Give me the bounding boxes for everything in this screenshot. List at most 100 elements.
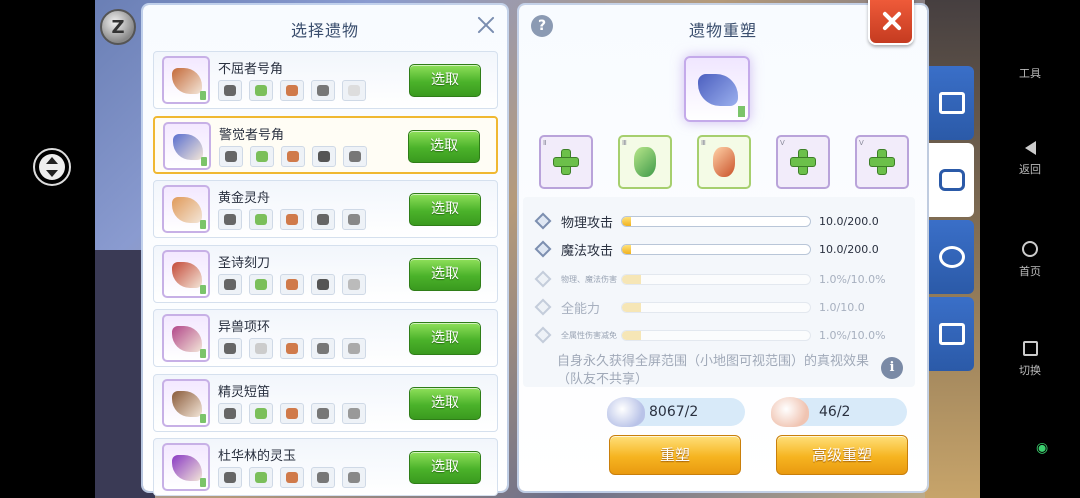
stat-bar: [621, 273, 811, 285]
relic-icon: [162, 314, 210, 362]
tab-card[interactable]: [929, 297, 974, 371]
up-down-arrows-icon: [39, 154, 65, 180]
relic-row[interactable]: 不屈者号角 选取: [153, 51, 498, 109]
select-button[interactable]: 选取: [408, 129, 480, 163]
select-button[interactable]: 选取: [409, 193, 481, 226]
relic-description: 自身永久获得全屏范围（小地图可视范围）的真视效果（队友不共享）: [557, 354, 870, 387]
relic-row[interactable]: 杜华林的灵玉 选取: [153, 438, 498, 496]
stat-row: 全能力 1.0/10.0: [534, 297, 907, 317]
info-icon[interactable]: i: [881, 357, 903, 379]
advanced-reshape-button[interactable]: 高级重塑: [776, 435, 908, 475]
stat-icon: [534, 326, 552, 344]
relic-icon: [162, 378, 210, 427]
material-icon: [342, 273, 366, 295]
select-button[interactable]: 选取: [409, 257, 481, 291]
material-icon: [249, 209, 273, 230]
stat-bar: [621, 329, 811, 341]
select-relic-panel: 选择遗物 不屈者号角 选取 警觉者号角 选取 黄金灵舟 选取 圣诗刻刀 选取 异…: [143, 5, 507, 496]
system-nav: 工具 返回 首页 切换: [980, 0, 1080, 498]
stat-row: 物理攻击 10.0/200.0: [534, 211, 907, 231]
relic-row[interactable]: 黄金灵舟 选取: [153, 180, 498, 238]
floating-nav-button[interactable]: [33, 148, 71, 186]
material-icon: [343, 145, 367, 167]
select-button[interactable]: 选取: [409, 451, 481, 484]
panel-title: 选择遗物: [290, 21, 359, 40]
stat-label: 魔法攻击: [561, 243, 614, 259]
back-button[interactable]: 返回: [980, 141, 1080, 177]
material-icon: [280, 209, 304, 230]
tab-relic[interactable]: [929, 143, 974, 217]
material-icons: [218, 273, 366, 295]
add-slot-button[interactable]: Ⅴ: [855, 135, 909, 189]
tools-label: 工具: [1019, 67, 1041, 80]
ore-icon: [607, 397, 645, 427]
stat-row: 魔法攻击 10.0/200.0: [534, 239, 907, 259]
cost-normal: 8067/2: [607, 397, 745, 427]
relic-icon: [162, 249, 210, 298]
back-label: 返回: [1019, 163, 1041, 176]
system-left-strip: [0, 0, 95, 498]
stat-icon: [534, 298, 552, 316]
material-icon: [280, 402, 304, 424]
tab-network[interactable]: [929, 220, 974, 294]
ore-icon: [771, 397, 809, 427]
material-icon: [218, 80, 242, 101]
relic-reshape-panel: ? 遗物重塑 Ⅱ Ⅲ Ⅲ Ⅴ Ⅴ 物理攻击 10.0/200.0 魔法攻击 10…: [519, 0, 927, 491]
tools-button[interactable]: 工具: [980, 43, 1080, 81]
tab-shop[interactable]: [929, 66, 974, 140]
material-icon: [249, 273, 273, 295]
select-button[interactable]: 选取: [409, 64, 481, 97]
relic-row[interactable]: 精灵短笛 选取: [153, 373, 498, 432]
home-label: 首页: [1019, 265, 1041, 278]
stat-label: 全能力: [561, 301, 601, 317]
relic-row[interactable]: 警觉者号角 选取: [153, 115, 498, 174]
relic-name: 杜华林的灵玉: [218, 449, 297, 464]
back-icon: [1024, 141, 1036, 155]
material-icon: [280, 273, 304, 295]
plus-icon: [554, 150, 578, 174]
material-icon: [342, 80, 366, 101]
home-button[interactable]: 首页: [980, 241, 1080, 279]
zeny-coin-icon[interactable]: Z: [100, 9, 136, 45]
stat-value: 10.0/200.0: [819, 214, 879, 228]
stat-label: 物理、魔法伤害: [561, 274, 617, 284]
material-icon: [280, 467, 304, 488]
add-slot-button[interactable]: Ⅱ: [539, 135, 593, 189]
cost-value: 46/2: [819, 404, 851, 420]
switch-button[interactable]: 切换: [980, 341, 1080, 378]
select-button[interactable]: 选取: [409, 386, 481, 420]
select-button[interactable]: 选取: [409, 322, 481, 355]
cost-value: 8067/2: [649, 404, 699, 420]
stat-value: 1.0%/10.0%: [819, 328, 886, 342]
nodes-icon: [938, 246, 965, 268]
material-icon: [249, 402, 273, 424]
stat-value: 10.0/200.0: [819, 242, 879, 256]
material-icons: [218, 209, 366, 230]
orange-gem-slot[interactable]: Ⅲ: [697, 135, 751, 189]
relic-name: 不屈者号角: [218, 62, 284, 77]
add-slot-button[interactable]: Ⅴ: [776, 135, 830, 189]
stat-bar: [621, 215, 811, 227]
material-icon: [249, 338, 273, 359]
relic-row[interactable]: 异兽项环 选取: [153, 309, 498, 367]
reshape-button[interactable]: 重塑: [609, 435, 741, 475]
material-icon: [342, 209, 366, 230]
plus-icon: [870, 150, 894, 174]
relic-name: 圣诗刻刀: [218, 255, 271, 271]
relic-name: 异兽项环: [218, 320, 271, 335]
relic-name: 精灵短笛: [218, 384, 271, 400]
material-icons: [218, 338, 366, 359]
material-icon: [311, 209, 335, 230]
material-icon: [218, 402, 242, 424]
stat-value: 1.0/10.0: [819, 300, 865, 314]
material-icon: [342, 402, 366, 424]
material-icon: [250, 145, 274, 167]
close-icon[interactable]: [477, 16, 495, 34]
material-icon: [218, 273, 242, 295]
material-icons: [219, 145, 367, 167]
relic-list[interactable]: 不屈者号角 选取 警觉者号角 选取 黄金灵舟 选取 圣诗刻刀 选取 异兽项环 选…: [153, 51, 498, 498]
close-button[interactable]: [868, 0, 914, 45]
relic-row[interactable]: 圣诗刻刀 选取: [153, 244, 498, 303]
green-gem-slot[interactable]: Ⅲ: [618, 135, 672, 189]
material-icon: [280, 338, 304, 359]
